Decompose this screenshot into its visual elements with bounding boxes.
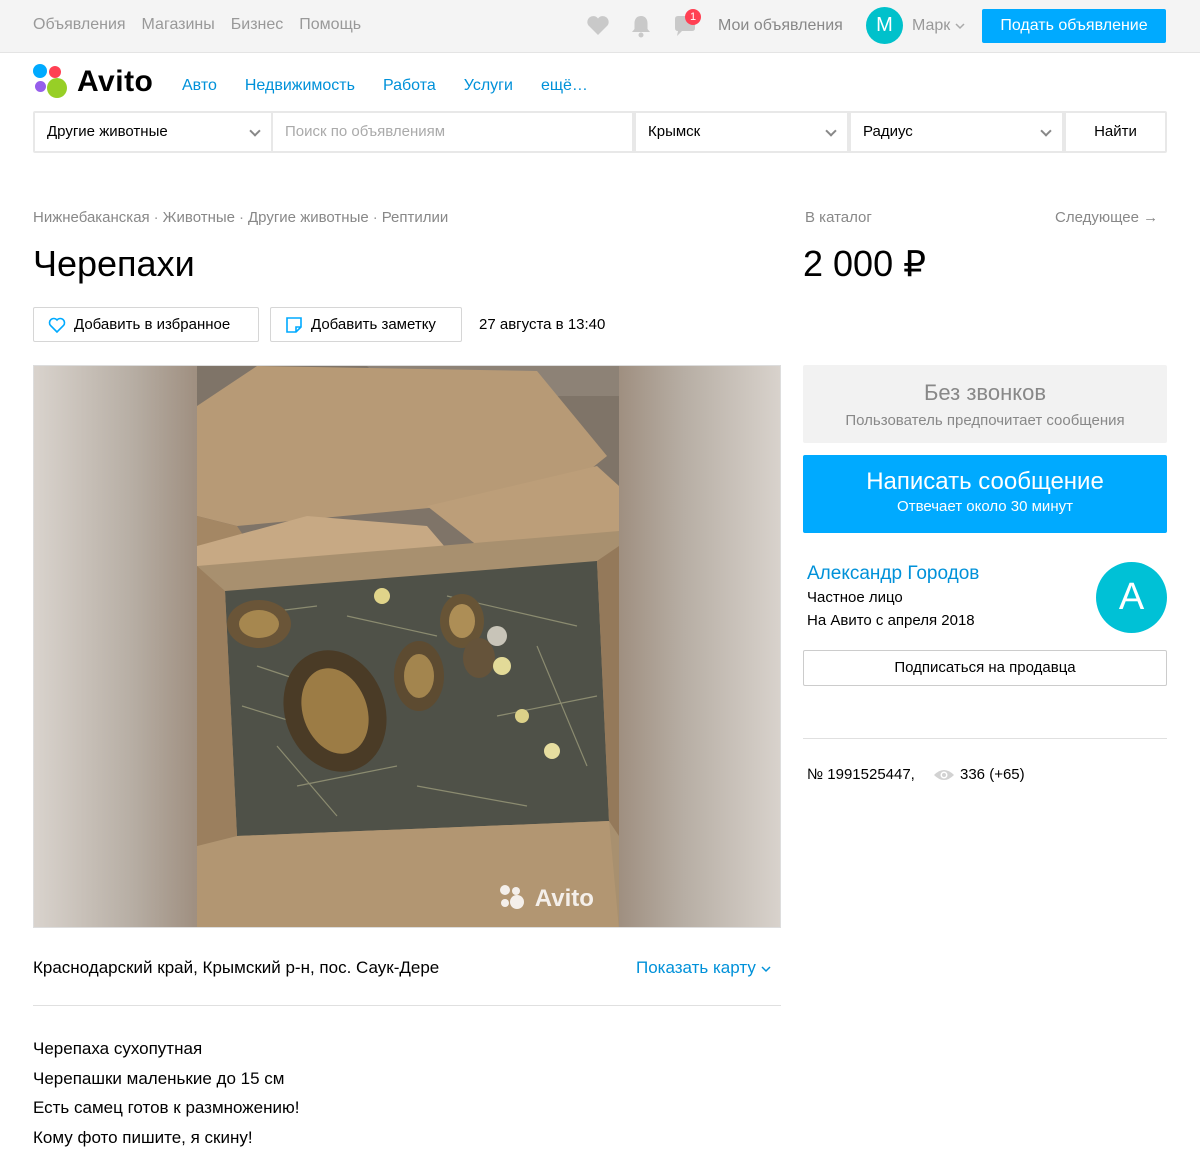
listing-description: Черепаха сухопутная Черепашки маленькие … bbox=[33, 1034, 299, 1152]
chevron-down-icon bbox=[825, 125, 837, 137]
category-select[interactable]: Другие животные bbox=[35, 113, 271, 151]
description-line: Есть самец готов к размножению! bbox=[33, 1098, 300, 1117]
logo-dot-purple bbox=[35, 81, 46, 92]
top-nav-help[interactable]: Помощь bbox=[299, 16, 361, 34]
photo-watermark: Avito bbox=[499, 884, 594, 913]
top-nav: Объявления Магазины Бизнес Помощь bbox=[33, 16, 361, 34]
search-button[interactable]: Найти bbox=[1066, 113, 1165, 151]
top-bar: Объявления Магазины Бизнес Помощь 1 Мои … bbox=[0, 0, 1200, 53]
category-select-value: Другие животные bbox=[47, 123, 168, 140]
seller-avatar[interactable]: А bbox=[1096, 562, 1167, 633]
bell-icon[interactable] bbox=[628, 13, 654, 39]
breadcrumb-separator: · bbox=[372, 209, 378, 226]
search-bar: Другие животные Поиск по объявлениям Кры… bbox=[33, 111, 1167, 153]
city-select-value: Крымск bbox=[648, 123, 701, 140]
listing-price: 2 000 ₽ bbox=[803, 243, 926, 284]
top-nav-shops[interactable]: Магазины bbox=[142, 16, 215, 34]
seller-since: На Авито с апреля 2018 bbox=[807, 612, 975, 629]
add-favorite-label: Добавить в избранное bbox=[74, 316, 231, 333]
add-favorite-button[interactable]: Добавить в избранное bbox=[33, 307, 259, 342]
description-line: Кому фото пишите, я скину! bbox=[33, 1127, 253, 1147]
catalog-link[interactable]: В каталог bbox=[805, 209, 872, 226]
meta-divider bbox=[803, 738, 1167, 739]
description-line: Черепашки маленькие до 15 см bbox=[33, 1068, 285, 1088]
logo-dot-green bbox=[47, 78, 67, 98]
logo-dot-blue bbox=[33, 64, 47, 78]
write-message-label: Написать сообщение bbox=[866, 468, 1104, 495]
messages-badge: 1 bbox=[685, 9, 701, 25]
views-count: 336 (+65) bbox=[960, 766, 1025, 783]
category-jobs[interactable]: Работа bbox=[383, 77, 436, 95]
listing-title: Черепахи bbox=[33, 243, 195, 284]
user-avatar[interactable]: М bbox=[866, 7, 903, 44]
heart-icon[interactable] bbox=[585, 13, 611, 39]
show-map-label: Показать карту bbox=[636, 958, 756, 977]
seller-type: Частное лицо bbox=[807, 589, 903, 606]
top-nav-ads[interactable]: Объявления bbox=[33, 16, 126, 34]
breadcrumb-item[interactable]: Другие животные bbox=[248, 209, 369, 226]
chevron-down-icon bbox=[249, 125, 261, 137]
category-auto[interactable]: Авто bbox=[182, 77, 217, 95]
description-line: Черепаха сухопутная bbox=[33, 1039, 203, 1058]
my-ads-link[interactable]: Мои объявления bbox=[718, 17, 843, 35]
breadcrumb-separator: · bbox=[153, 209, 159, 226]
search-placeholder: Поиск по объявлениям bbox=[285, 123, 446, 140]
gallery-blur-left bbox=[34, 366, 197, 927]
next-listing-link[interactable]: Следующее → bbox=[1055, 209, 1158, 226]
note-icon bbox=[286, 317, 302, 333]
add-note-button[interactable]: Добавить заметку bbox=[270, 307, 462, 342]
radius-select[interactable]: Радиус bbox=[851, 113, 1062, 151]
category-nav: Авто Недвижимость Работа Услуги ещё… bbox=[182, 77, 588, 95]
breadcrumb-item[interactable]: Животные bbox=[163, 209, 235, 226]
category-services[interactable]: Услуги bbox=[464, 77, 513, 95]
logo-dot-red bbox=[49, 66, 61, 78]
listing-photo bbox=[197, 366, 619, 927]
photo-watermark-text: Avito bbox=[534, 885, 594, 912]
subscribe-seller-button[interactable]: Подписаться на продавца bbox=[803, 650, 1167, 686]
write-message-button[interactable]: Написать сообщение Отвечает около 30 мин… bbox=[803, 455, 1167, 533]
ad-number: № 1991525447, bbox=[807, 766, 915, 783]
address-divider bbox=[33, 1005, 781, 1006]
city-select[interactable]: Крымск bbox=[636, 113, 847, 151]
breadcrumb-item[interactable]: Нижнебаканская bbox=[33, 209, 150, 226]
user-name: Марк bbox=[912, 17, 951, 34]
add-note-label: Добавить заметку bbox=[311, 316, 436, 333]
no-calls-title: Без звонков bbox=[923, 380, 1047, 405]
no-calls-notice: Без звонков Пользователь предпочитает со… bbox=[803, 365, 1167, 443]
avito-watermark-icon bbox=[500, 885, 524, 909]
gallery-blur-right bbox=[619, 366, 780, 927]
post-ad-button[interactable]: Подать объявление bbox=[982, 9, 1166, 43]
chevron-down-icon bbox=[955, 23, 965, 30]
breadcrumb-separator: · bbox=[239, 209, 244, 226]
top-nav-business[interactable]: Бизнес bbox=[231, 16, 284, 34]
response-time: Отвечает около 30 минут bbox=[897, 498, 1073, 515]
show-map-link[interactable]: Показать карту bbox=[636, 958, 771, 978]
seller-name-link[interactable]: Александр Городов bbox=[807, 563, 979, 585]
avito-logo[interactable]: Avito bbox=[33, 64, 163, 100]
search-input[interactable]: Поиск по объявлениям bbox=[273, 113, 632, 151]
user-menu[interactable]: Марк bbox=[912, 17, 965, 35]
category-more[interactable]: ещё… bbox=[541, 77, 588, 95]
photo-gallery[interactable]: Avito bbox=[33, 365, 781, 928]
listing-date: 27 августа в 13:40 bbox=[479, 316, 606, 333]
chevron-down-icon bbox=[761, 966, 771, 973]
logo-text: Avito bbox=[77, 65, 154, 98]
radius-select-value: Радиус bbox=[863, 123, 913, 140]
breadcrumb-item[interactable]: Рептилии bbox=[382, 209, 449, 226]
eye-icon bbox=[934, 770, 954, 780]
heart-outline-icon bbox=[48, 317, 66, 334]
chevron-down-icon bbox=[1040, 125, 1052, 137]
listing-address: Краснодарский край, Крымский р-н, пос. С… bbox=[33, 958, 440, 977]
breadcrumb: Нижнебаканская · Животные · Другие живот… bbox=[33, 209, 448, 226]
no-calls-subtitle: Пользователь предпочитает сообщения bbox=[845, 412, 1125, 429]
category-realty[interactable]: Недвижимость bbox=[245, 77, 355, 95]
